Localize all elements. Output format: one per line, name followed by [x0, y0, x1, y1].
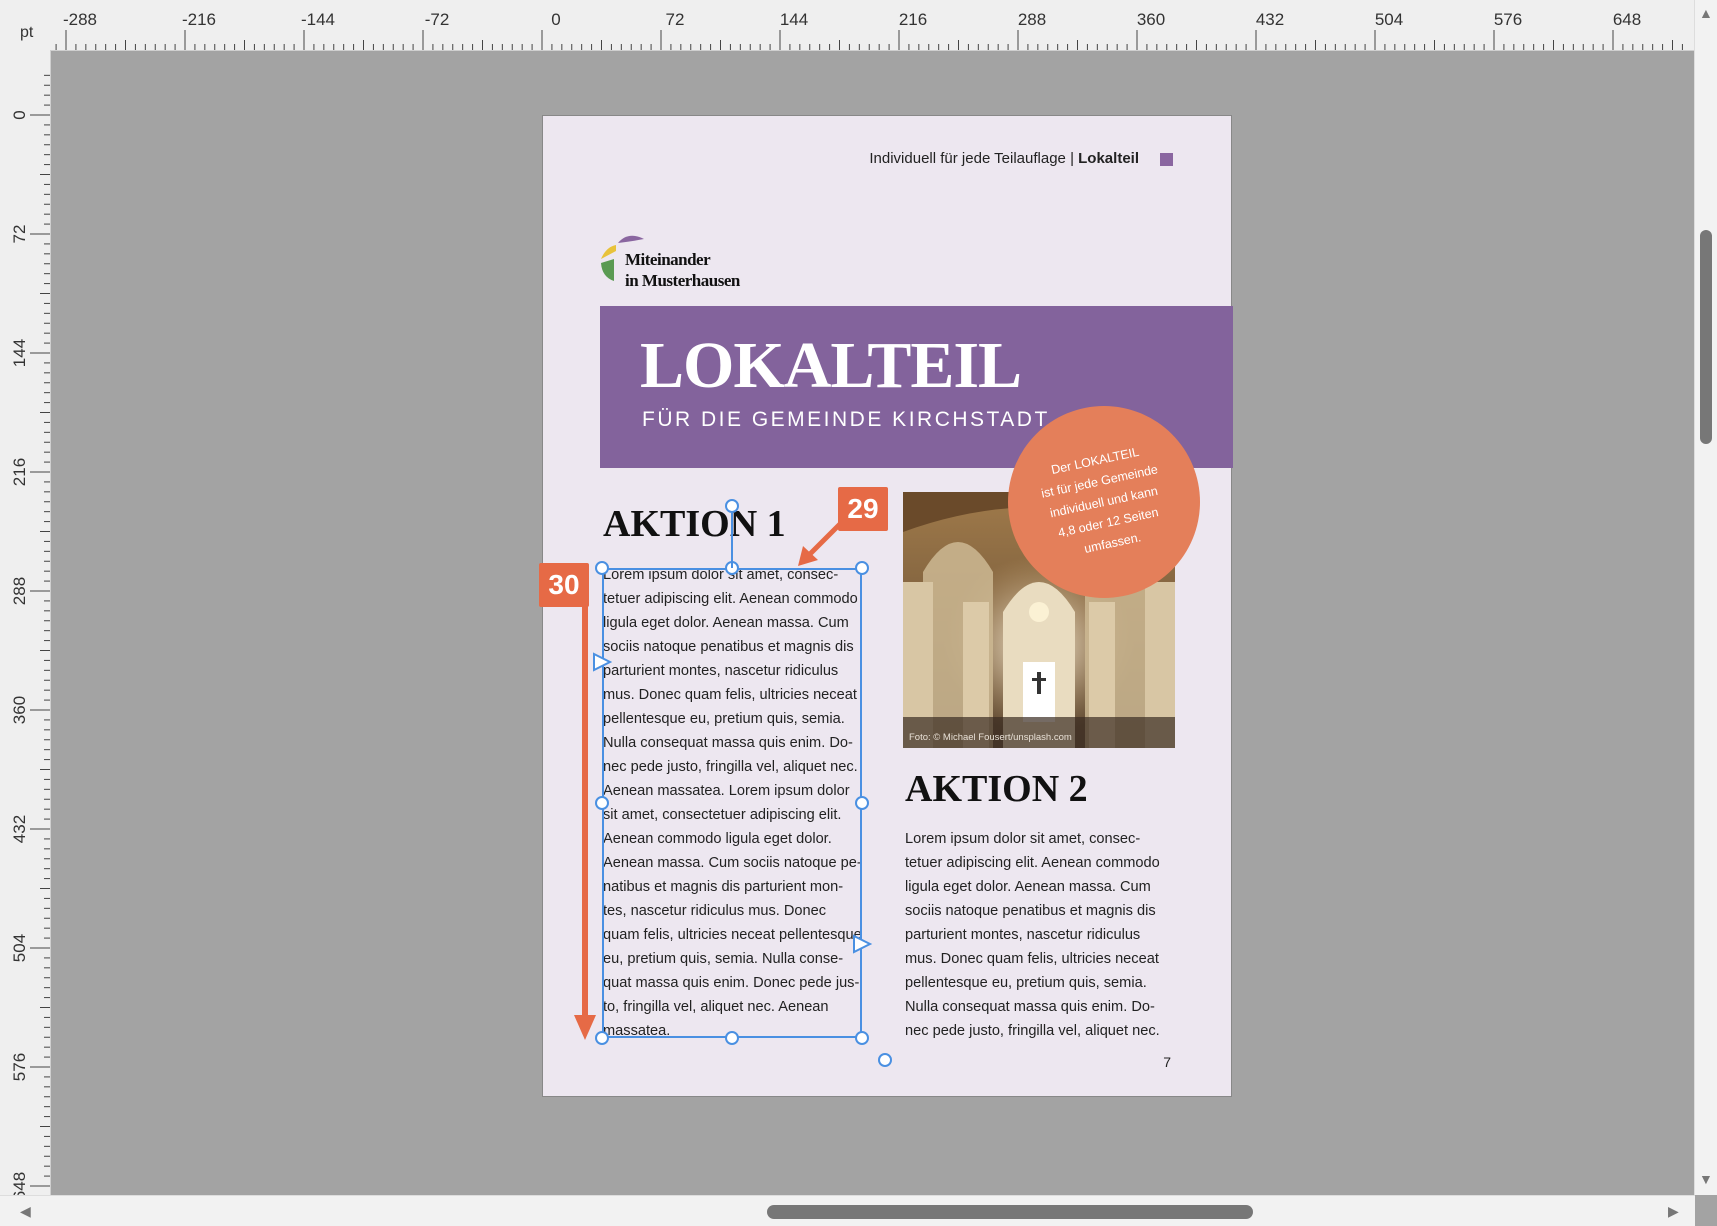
ruler-left-label: 0	[10, 110, 29, 120]
aktion2-text-line: Lorem ipsum dolor sit amet, consec-	[905, 831, 1141, 847]
page-number: 7	[1163, 1054, 1171, 1070]
ruler-left-label: 504	[10, 933, 29, 963]
ruler-top-label: 0	[551, 10, 561, 29]
ruler-top-label: 144	[779, 10, 809, 29]
rotate-handle[interactable]	[725, 499, 739, 513]
ruler-top-label: 72	[665, 10, 685, 29]
info-circle[interactable]: Der LOKALTEIL ist für jede Gemeinde indivi…	[1008, 406, 1200, 598]
aktion2-heading[interactable]: AKTION 2	[905, 767, 1088, 811]
ruler-left-label: 288	[10, 576, 29, 606]
handle-middle-left[interactable]	[595, 796, 609, 810]
handle-bottom-center[interactable]	[725, 1031, 739, 1045]
ruler-top-label: 288	[1017, 10, 1047, 29]
ruler-top-label: 648	[1612, 10, 1642, 29]
handle-bottom-right[interactable]	[855, 1031, 869, 1045]
banner-title: LOKALTEIL	[640, 329, 1022, 402]
handle-middle-right[interactable]	[855, 796, 869, 810]
ruler-top-label: 360	[1136, 10, 1166, 29]
aktion2-body-text[interactable]: Lorem ipsum dolor sit amet, consec-tetue…	[905, 827, 1175, 1043]
scroll-down-icon[interactable]: ▼	[1699, 1172, 1713, 1186]
ruler-left[interactable]: 0 72 144 216 288 360 432 504 576 648	[0, 50, 51, 1200]
ruler-top-label: -144	[300, 10, 336, 29]
ruler-unit-label: pt	[20, 24, 34, 41]
ruler-left-label: 576	[10, 1052, 29, 1082]
ruler-top-label: -216	[181, 10, 217, 29]
page-header-text: Individuell für jede Teilauflage | Lokal…	[869, 150, 1139, 167]
text-frame-selection[interactable]	[602, 568, 862, 1038]
ruler-left-label: 72	[10, 224, 29, 244]
handle-bottom-left[interactable]	[595, 1031, 609, 1045]
logo-text: Miteinander in Musterhausen	[625, 249, 740, 291]
aktion1-heading[interactable]: AKTION 1	[603, 502, 786, 546]
header-bold: Lokalteil	[1078, 150, 1139, 167]
step-29-badge: 29	[838, 487, 888, 531]
ruler-left-ticks	[30, 74, 50, 1187]
header-text: Individuell für jede Teilauflage |	[869, 150, 1079, 167]
handle-top-left[interactable]	[595, 561, 609, 575]
step-30-badge: 30	[539, 563, 589, 607]
scroll-left-icon[interactable]: ◀	[20, 1204, 31, 1218]
aktion2-text-line: mus. Donec quam felis, ultricies neceat	[905, 951, 1159, 967]
ruler-top[interactable]: -288 -216 -144 -72 0 72 144 216 288 360 432 504 576 6…	[0, 0, 1695, 51]
aktion2-text-line: sociis natoque penatibus et magnis dis	[905, 903, 1156, 919]
logo-line-2: in Musterhausen	[625, 271, 740, 290]
aktion2-text-line: parturient montes, nascetur ridiculus	[905, 927, 1141, 943]
ruler-left-label: 216	[10, 457, 29, 487]
ruler-top-label: 216	[898, 10, 928, 29]
ruler-left-label: 432	[10, 814, 29, 844]
horizontal-scroll-thumb[interactable]	[767, 1205, 1253, 1219]
ruler-top-label: 576	[1493, 10, 1523, 29]
handle-top-center[interactable]	[725, 561, 739, 575]
ruler-left-label: 144	[10, 338, 29, 368]
ruler-top-ticks	[55, 30, 1683, 50]
ruler-top-label: -288	[62, 10, 98, 29]
aktion2-text-line: ligula eget dolor. Aenean massa. Cum	[905, 879, 1151, 895]
scroll-up-icon[interactable]: ▲	[1699, 6, 1713, 20]
info-circle-text: Der LOKALTEIL ist für jede Gemeinde indivi…	[1025, 436, 1184, 568]
ruler-top-label: 432	[1255, 10, 1285, 29]
handle-top-right[interactable]	[855, 561, 869, 575]
ruler-corner: pt	[0, 0, 50, 50]
ruler-top-label: -72	[424, 10, 450, 29]
banner-subtitle: FÜR DIE GEMEINDE KIRCHSTADT	[642, 408, 1050, 431]
logo-line-1: Miteinander	[625, 250, 711, 269]
scroll-right-icon[interactable]: ▶	[1668, 1204, 1679, 1218]
aktion2-text-line: tetuer adipiscing elit. Aenean commodo	[905, 855, 1160, 871]
vertical-scroll-thumb[interactable]	[1700, 230, 1712, 444]
photo-credit: Foto: © Michael Fousert/unsplash.com	[909, 732, 1072, 743]
ruler-top-label: 504	[1374, 10, 1404, 29]
ruler-left-label: 360	[10, 695, 29, 725]
aktion2-text-line: nec pede justo, fringilla vel, aliquet n…	[905, 1023, 1160, 1039]
header-square-icon	[1160, 153, 1173, 166]
aktion2-text-line: Nulla consequat massa quis enim. Do-	[905, 999, 1155, 1015]
link-handle[interactable]	[878, 1053, 892, 1067]
horizontal-scrollbar[interactable]: ◀ ▶	[0, 1195, 1695, 1226]
vertical-scrollbar[interactable]: ▲ ▼	[1694, 0, 1717, 1195]
aktion2-text-line: pellentesque eu, pretium quis, semia.	[905, 975, 1147, 991]
